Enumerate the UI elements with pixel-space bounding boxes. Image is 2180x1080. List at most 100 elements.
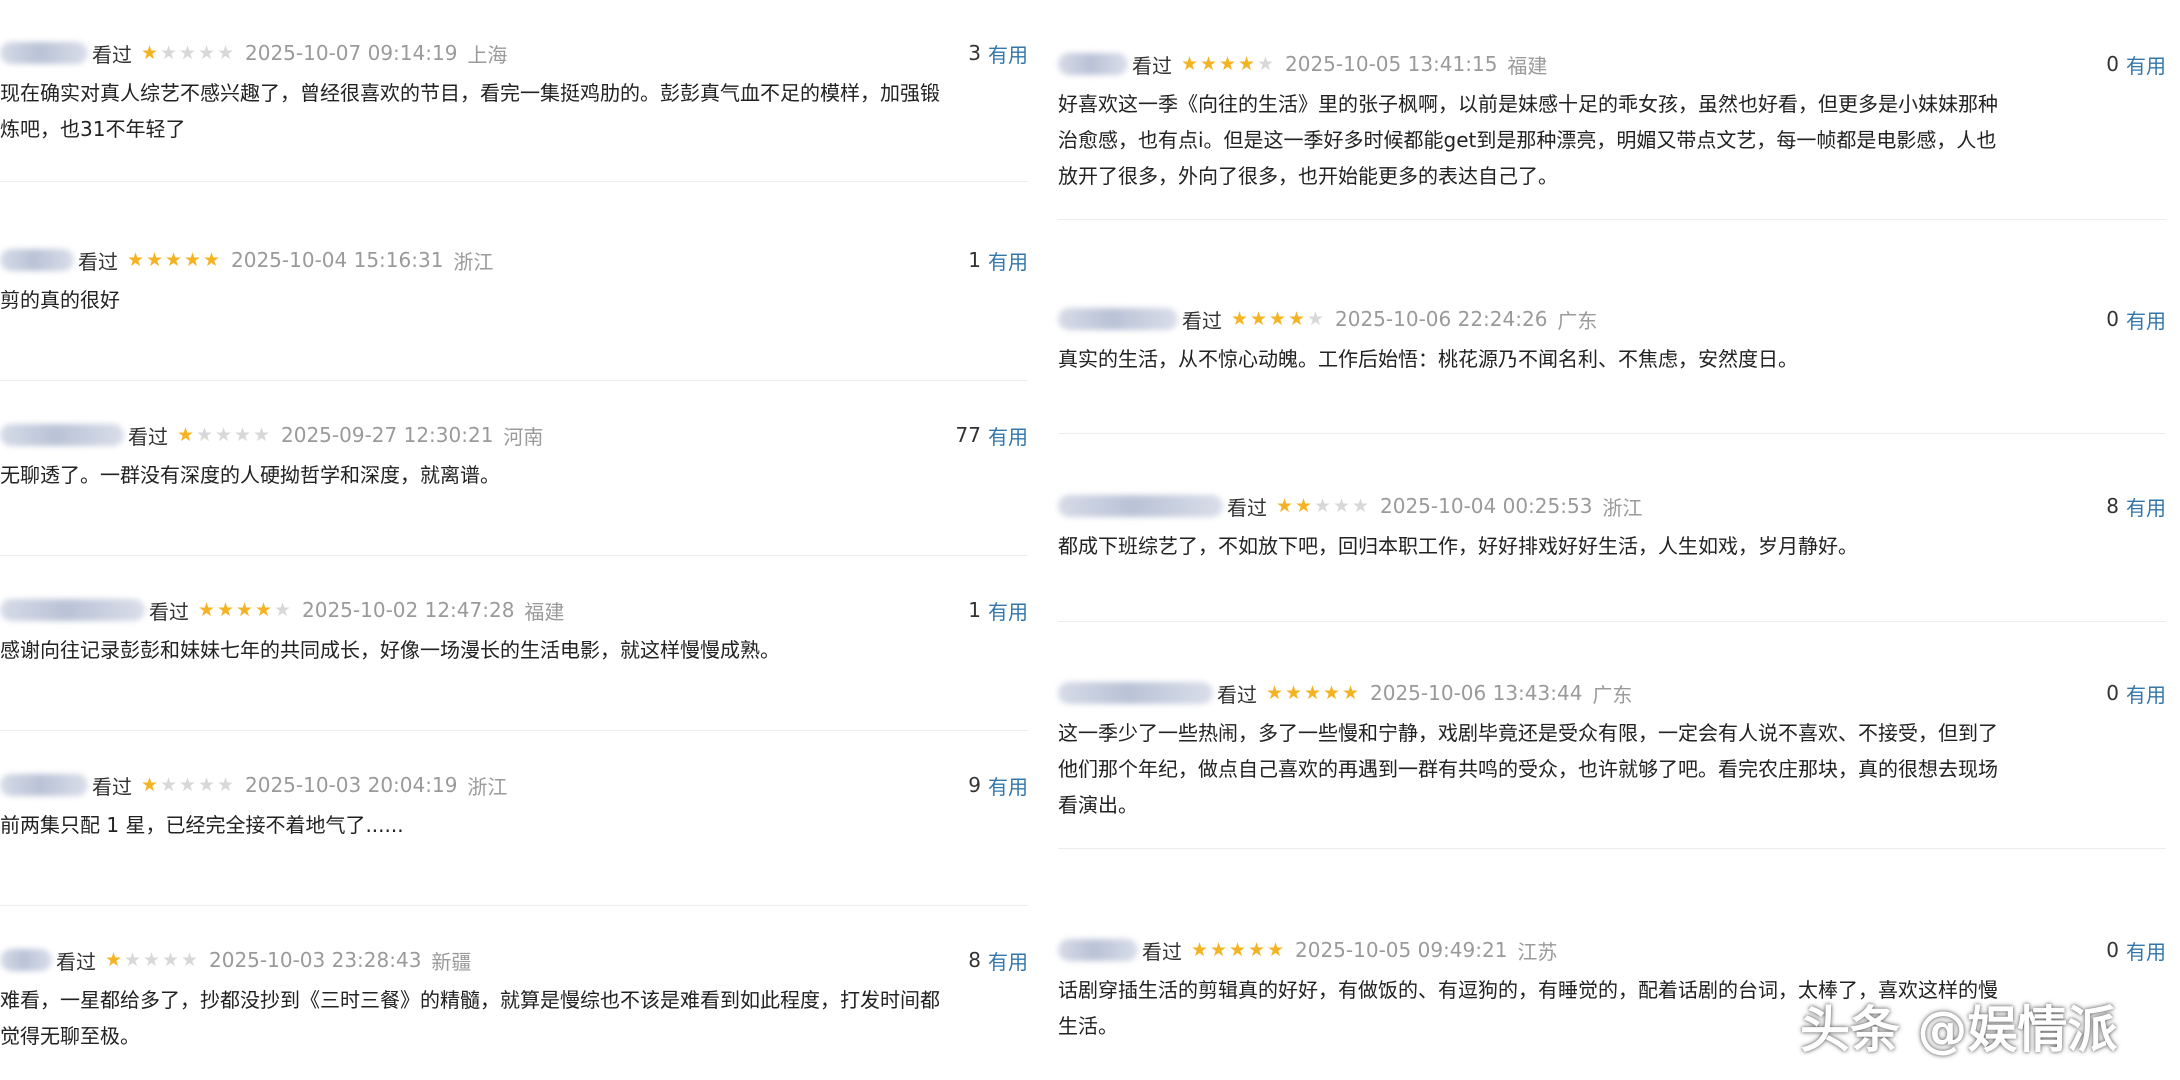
review-divider	[0, 380, 1028, 381]
review-region: 浙江	[467, 774, 508, 799]
star-filled-icon: ★	[1294, 494, 1313, 517]
star-filled-icon: ★	[176, 423, 195, 446]
review-meta: 看过 ★ ★ ★ ★ ★ 2025-10-05 13:41:15 福建 0 有用	[1058, 44, 2166, 84]
star-filled-icon: ★	[1341, 681, 1360, 704]
useful-button[interactable]: 有用	[988, 39, 1028, 68]
review-divider	[1058, 848, 2166, 849]
star-empty-icon: ★	[1256, 52, 1275, 75]
review-divider	[1058, 219, 2166, 220]
watch-status: 看过	[1227, 495, 1267, 520]
review-text: 无聊透了。一群没有深度的人硬拗哲学和深度，就离谱。	[0, 457, 1028, 493]
review-text: 感谢向往记录彭彭和妹妹七年的共同成长，好像一场漫长的生活电影，就这样慢慢成熟。	[0, 632, 1028, 668]
review-text-line: 这一季少了一些热闹，多了一些慢和宁静，戏剧毕竟还是受众有限，一定会有人说不喜欢、…	[1058, 721, 1998, 745]
review-text: 这一季少了一些热闹，多了一些慢和宁静，戏剧毕竟还是受众有限，一定会有人说不喜欢、…	[1058, 715, 2166, 823]
useful-vote: 9 有用	[968, 765, 1028, 805]
star-empty-icon: ★	[123, 948, 142, 971]
star-empty-icon: ★	[252, 423, 271, 446]
star-filled-icon: ★	[1268, 307, 1287, 330]
review-text: 都成下班综艺了，不如放下吧，回归本职工作，好好排戏好好生活，人生如戏，岁月静好。	[1058, 528, 2166, 564]
star-filled-icon: ★	[104, 948, 123, 971]
useful-button[interactable]: 有用	[2126, 492, 2166, 521]
rating-stars: ★ ★ ★ ★ ★	[140, 41, 235, 64]
review-text-line: 治愈感，也有点i。但是这一季好多时候都能get到是那种漂亮，明媚又带点文艺，每一…	[1058, 128, 1997, 152]
username-blurred[interactable]	[0, 424, 124, 446]
review-text-line: 都成下班综艺了，不如放下吧，回归本职工作，好好排戏好好生活，人生如戏，岁月静好。	[1058, 534, 1858, 558]
star-filled-icon: ★	[1265, 681, 1284, 704]
username-blurred[interactable]	[1058, 53, 1128, 75]
useful-button[interactable]: 有用	[2126, 936, 2166, 965]
username-blurred[interactable]	[0, 949, 52, 971]
rating-stars: ★ ★ ★ ★ ★	[1265, 681, 1360, 704]
username-blurred[interactable]	[0, 249, 74, 271]
username-blurred[interactable]	[1058, 308, 1178, 330]
star-filled-icon: ★	[1237, 52, 1256, 75]
rating-stars: ★ ★ ★ ★ ★	[140, 773, 235, 796]
review-date: 2025-10-03 23:28:43	[209, 948, 422, 972]
star-filled-icon: ★	[1303, 681, 1322, 704]
star-filled-icon: ★	[216, 598, 235, 621]
useful-button[interactable]: 有用	[988, 421, 1028, 450]
star-filled-icon: ★	[1275, 494, 1294, 517]
star-filled-icon: ★	[140, 773, 159, 796]
watch-status: 看过	[92, 42, 132, 67]
useful-button[interactable]: 有用	[2126, 305, 2166, 334]
star-filled-icon: ★	[1218, 52, 1237, 75]
useful-button[interactable]: 有用	[988, 246, 1028, 275]
username-blurred[interactable]	[0, 599, 145, 621]
username-blurred[interactable]	[1058, 682, 1213, 704]
useful-vote: 77 有用	[956, 415, 1028, 455]
review-region: 广东	[1557, 308, 1598, 333]
review-text-line: 无聊透了。一群没有深度的人硬拗哲学和深度，就离谱。	[0, 463, 500, 487]
review-meta: 看过 ★ ★ ★ ★ ★ 2025-10-03 23:28:43 新疆 8 有用	[0, 940, 1028, 980]
review-region: 浙江	[453, 249, 494, 274]
useful-vote: 1 有用	[968, 590, 1028, 630]
useful-button[interactable]: 有用	[988, 771, 1028, 800]
username-blurred[interactable]	[0, 42, 88, 64]
star-empty-icon: ★	[233, 423, 252, 446]
review-meta: 看过 ★ ★ ★ ★ ★ 2025-10-04 00:25:53 浙江 8 有用	[1058, 486, 2166, 526]
useful-button[interactable]: 有用	[2126, 679, 2166, 708]
useful-count: 77	[955, 423, 981, 447]
watch-status: 看过	[56, 949, 96, 974]
review-text-line: 他们那个年纪，做点自己喜欢的再遇到一群有共鸣的受众，也许就够了吧。看完农庄那块，…	[1058, 757, 1998, 781]
review-text-line: 好喜欢这一季《向往的生活》里的张子枫啊，以前是妹感十足的乖女孩，虽然也好看，但更…	[1058, 92, 1998, 116]
username-blurred[interactable]	[1058, 939, 1138, 961]
review-meta: 看过 ★ ★ ★ ★ ★ 2025-09-27 12:30:21 河南 77 有用	[0, 415, 1028, 455]
rating-stars: ★ ★ ★ ★ ★	[1275, 494, 1370, 517]
star-empty-icon: ★	[197, 773, 216, 796]
star-filled-icon: ★	[197, 598, 216, 621]
review-meta: 看过 ★ ★ ★ ★ ★ 2025-10-07 09:14:19 上海 3 有用	[0, 33, 1028, 73]
review-text-line: 觉得无聊至极。	[0, 1024, 140, 1048]
review-region: 河南	[503, 424, 544, 449]
useful-vote: 3 有用	[968, 33, 1028, 73]
useful-count: 3	[968, 41, 981, 65]
review-region: 新疆	[431, 949, 472, 974]
review-text: 前两集只配 1 星，已经完全接不着地气了......	[0, 807, 1028, 843]
review-meta: 看过 ★ ★ ★ ★ ★ 2025-10-03 20:04:19 浙江 9 有用	[0, 765, 1028, 805]
username-blurred[interactable]	[0, 774, 88, 796]
useful-count: 0	[2106, 681, 2119, 705]
review-divider	[1058, 433, 2166, 434]
star-empty-icon: ★	[178, 773, 197, 796]
rating-stars: ★ ★ ★ ★ ★	[1180, 52, 1275, 75]
star-filled-icon: ★	[126, 248, 145, 271]
review-text-line: 感谢向往记录彭彭和妹妹七年的共同成长，好像一场漫长的生活电影，就这样慢慢成熟。	[0, 638, 780, 662]
review-date: 2025-10-02 12:47:28	[302, 598, 515, 622]
star-filled-icon: ★	[1247, 938, 1266, 961]
review-date: 2025-10-06 22:24:26	[1335, 307, 1548, 331]
useful-vote: 8 有用	[968, 940, 1028, 980]
watch-status: 看过	[78, 249, 118, 274]
useful-vote: 8 有用	[2106, 486, 2166, 526]
useful-button[interactable]: 有用	[2126, 50, 2166, 79]
review-date: 2025-10-04 00:25:53	[1380, 494, 1593, 518]
useful-button[interactable]: 有用	[988, 596, 1028, 625]
useful-count: 8	[968, 948, 981, 972]
username-blurred[interactable]	[1058, 495, 1223, 517]
useful-button[interactable]: 有用	[988, 946, 1028, 975]
star-empty-icon: ★	[1351, 494, 1370, 517]
star-filled-icon: ★	[235, 598, 254, 621]
review-region: 浙江	[1602, 495, 1643, 520]
watch-status: 看过	[1142, 939, 1182, 964]
useful-count: 8	[2106, 494, 2119, 518]
star-empty-icon: ★	[178, 41, 197, 64]
